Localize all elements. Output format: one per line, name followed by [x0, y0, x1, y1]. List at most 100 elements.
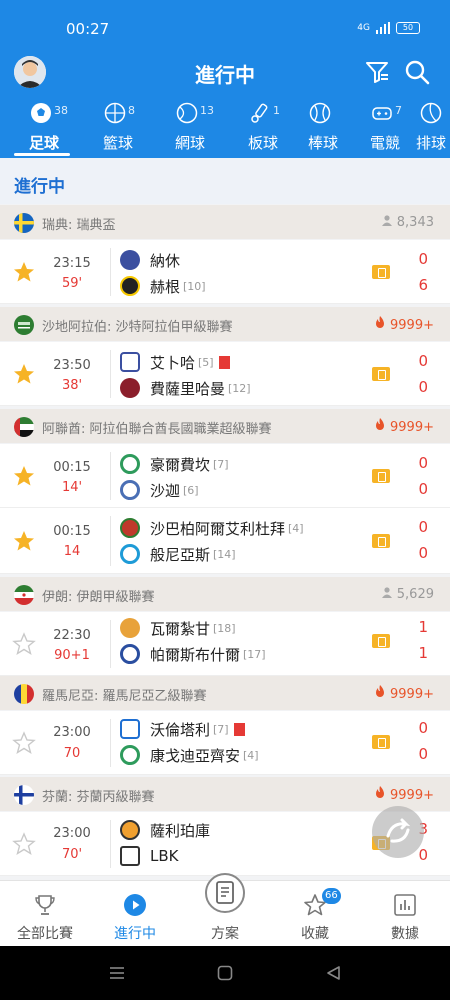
viewers-icon: [381, 215, 392, 226]
odds-icon[interactable]: [372, 534, 390, 548]
odds-icon[interactable]: [372, 265, 390, 279]
match-minute: 70': [61, 847, 83, 862]
match-minute: 70: [63, 746, 81, 761]
status-bar: 00:27 4G 50: [0, 0, 450, 45]
league-header[interactable]: 羅馬尼亞: 羅馬尼亞乙級聯賽 9999+: [0, 676, 450, 710]
home-score: 0: [418, 719, 428, 737]
match-row[interactable]: 00:15 14' 豪爾費坎 [7] 沙迦 [6] 0 0: [0, 444, 450, 508]
back-icon[interactable]: [325, 965, 341, 981]
team-name: 沃倫塔利: [150, 720, 211, 739]
star-outline-icon[interactable]: [12, 832, 36, 856]
league-header[interactable]: 沙地阿拉伯: 沙特阿拉伯甲級聯賽 9999+: [0, 307, 450, 341]
sweden-flag-icon: [14, 213, 34, 233]
match-minute: 59': [61, 276, 83, 291]
divider: [110, 248, 111, 296]
odds-icon[interactable]: [372, 735, 390, 749]
league-header[interactable]: 瑞典: 瑞典盃 8,343: [0, 205, 450, 239]
odds-icon[interactable]: [372, 367, 390, 381]
tab-esports[interactable]: 7 電競: [355, 100, 415, 158]
away-team: 沙迦 [6]: [120, 478, 199, 502]
odds-icon[interactable]: [372, 634, 390, 648]
plans-button[interactable]: [205, 873, 245, 913]
home-team: 納休: [120, 248, 180, 272]
uae-flag-icon: [14, 417, 34, 437]
saudi-flag-icon: [14, 315, 34, 335]
tab-volleyball[interactable]: 排球: [412, 100, 450, 158]
viewers-icon: [381, 587, 392, 598]
home-team: 艾卜哈 [5]: [120, 350, 230, 374]
team-name: 赫根: [150, 277, 181, 296]
tab-tennis[interactable]: 13 網球: [160, 100, 220, 158]
refresh-icon: [386, 818, 411, 843]
hot-count-value: 9999+: [390, 318, 434, 333]
match-row[interactable]: 23:15 59' 納休 赫根 [10] 0 6: [0, 240, 450, 304]
match-row[interactable]: 22:30 90+1 瓦爾紮甘 [18] 帕爾斯布什爾 [17] 1 1: [0, 612, 450, 676]
app-header: 進行中: [0, 45, 450, 100]
tab-label: 棒球: [307, 134, 338, 152]
league-name: 瑞典: 瑞典盃: [42, 218, 116, 233]
league-header[interactable]: 阿聯酋: 阿拉伯聯合酋長國職業超級聯賽 9999+: [0, 409, 450, 443]
match-row[interactable]: 00:15 14 沙巴柏阿爾艾利杜拜 [4] 般尼亞斯 [14] 0 0: [0, 508, 450, 574]
fire-icon: [375, 418, 384, 430]
divider: [110, 350, 111, 398]
nav-stats[interactable]: 數據: [360, 881, 450, 947]
match-row[interactable]: 23:50 38' 艾卜哈 [5] 費薩里哈曼 [12] 0 0: [0, 342, 450, 406]
red-card-icon: [233, 722, 245, 736]
hot-count: 9999+: [374, 418, 434, 435]
star-filled-icon[interactable]: [12, 260, 36, 284]
team-logo-icon: [120, 250, 140, 270]
team-rank: [18]: [213, 621, 236, 635]
battery-icon: 50: [396, 22, 420, 34]
favorites-badge: 66: [322, 888, 341, 904]
tab-baseball[interactable]: 棒球: [293, 100, 353, 158]
away-score: 0: [418, 544, 428, 562]
fire-icon: [375, 786, 384, 798]
team-rank: [6]: [183, 483, 199, 497]
hot-count: 9999+: [374, 685, 434, 702]
viewer-count-value: 8,343: [396, 215, 434, 230]
system-nav-bar: [0, 946, 450, 1000]
home-score: 0: [418, 352, 428, 370]
match-time: 00:15: [53, 524, 91, 539]
home-team: 沃倫塔利 [7]: [120, 717, 245, 741]
star-outline-icon[interactable]: [12, 731, 36, 755]
search-icon[interactable]: [404, 59, 430, 85]
nav-label: 全部比賽: [17, 926, 73, 942]
tab-cricket[interactable]: 1 板球: [233, 100, 293, 158]
star-outline-icon[interactable]: [12, 632, 36, 656]
league-name: 伊朗: 伊朗甲級聯賽: [42, 590, 155, 605]
viewer-count: 8,343: [381, 214, 434, 230]
filter-icon[interactable]: [364, 59, 390, 85]
nav-live[interactable]: 進行中: [90, 881, 180, 947]
menu-icon[interactable]: [109, 965, 125, 981]
home-score: 0: [418, 454, 428, 472]
team-rank: [17]: [243, 647, 266, 661]
document-icon: [216, 881, 234, 904]
tab-active-indicator: [14, 153, 70, 156]
home-team: 瓦爾紮甘 [18]: [120, 616, 236, 640]
team-name: 艾卜哈: [150, 353, 196, 372]
team-logo-icon: [120, 544, 140, 564]
match-row[interactable]: 23:00 70 沃倫塔利 [7] 康戈迪亞齊安 [4] 0 0: [0, 711, 450, 775]
tab-basketball[interactable]: 8 籃球: [88, 100, 148, 158]
odds-icon[interactable]: [372, 469, 390, 483]
team-name: 沙巴柏阿爾艾利杜拜: [150, 519, 286, 538]
nav-all-matches[interactable]: 全部比賽: [0, 881, 90, 947]
iran-flag-icon: [14, 585, 34, 605]
star-filled-icon[interactable]: [12, 362, 36, 386]
floating-action-button[interactable]: [372, 806, 424, 858]
tab-label: 網球: [174, 134, 205, 152]
team-logo-icon: [120, 480, 140, 500]
away-team: LBK: [120, 844, 178, 868]
home-icon[interactable]: [217, 965, 233, 981]
tab-football[interactable]: 38 足球: [14, 100, 74, 158]
match-time: 22:30: [53, 628, 91, 643]
star-filled-icon[interactable]: [12, 464, 36, 488]
divider: [110, 820, 111, 868]
team-rank: [4]: [243, 748, 259, 762]
nav-favorites[interactable]: 收藏: [270, 881, 360, 947]
tab-count: 13: [200, 104, 214, 117]
league-header[interactable]: 伊朗: 伊朗甲級聯賽 5,629: [0, 577, 450, 611]
team-name: 康戈迪亞齊安: [150, 746, 241, 765]
star-filled-icon[interactable]: [12, 529, 36, 553]
